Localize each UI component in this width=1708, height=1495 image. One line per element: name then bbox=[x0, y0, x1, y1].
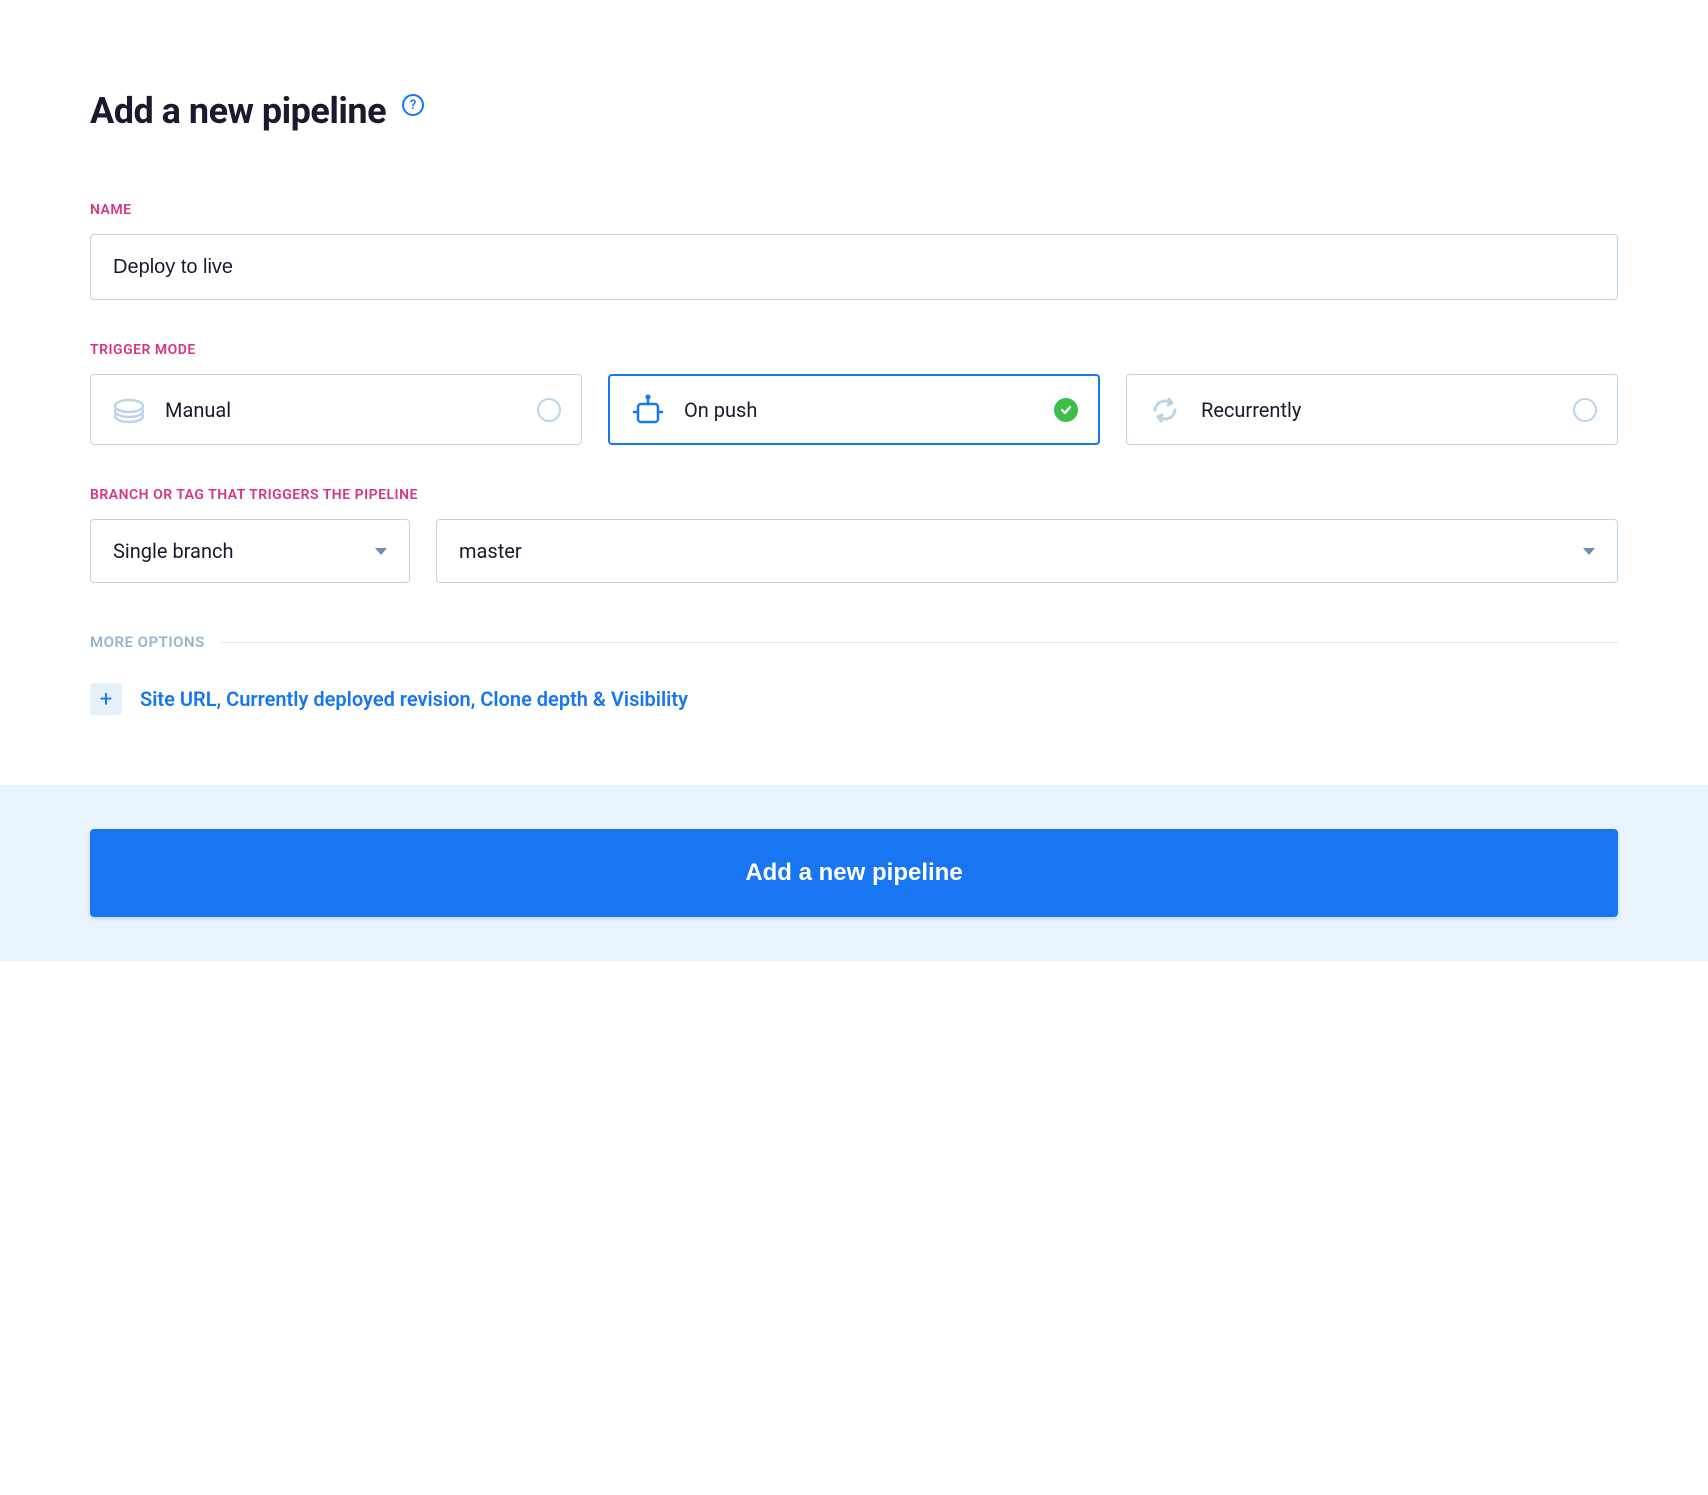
divider-line bbox=[221, 642, 1618, 643]
chevron-down-icon bbox=[1583, 548, 1595, 555]
trigger-mode-label: TRIGGER MODE bbox=[90, 342, 1618, 358]
trigger-option-manual[interactable]: Manual bbox=[90, 374, 582, 445]
manual-icon bbox=[111, 392, 147, 428]
more-options-expand[interactable]: + Site URL, Currently deployed revision,… bbox=[90, 683, 1618, 715]
check-circle-icon bbox=[1054, 398, 1078, 422]
more-options-label: MORE OPTIONS bbox=[90, 633, 205, 651]
name-label: NAME bbox=[90, 202, 1618, 218]
more-options-header: MORE OPTIONS bbox=[90, 633, 1618, 651]
radio-unchecked-icon bbox=[537, 398, 561, 422]
add-pipeline-button[interactable]: Add a new pipeline bbox=[90, 829, 1618, 917]
branch-label: BRANCH OR TAG THAT TRIGGERS THE PIPELINE bbox=[90, 487, 1618, 503]
trigger-mode-section: TRIGGER MODE Manual bbox=[90, 342, 1618, 445]
page-header: Add a new pipeline ? bbox=[90, 90, 1618, 132]
name-section: NAME bbox=[90, 202, 1618, 300]
trigger-option-recurrently[interactable]: Recurrently bbox=[1126, 374, 1618, 445]
radio-unchecked-icon bbox=[1573, 398, 1597, 422]
branch-type-select[interactable]: Single branch bbox=[90, 519, 410, 583]
branch-name-value: master bbox=[459, 539, 522, 563]
branch-row: Single branch master bbox=[90, 519, 1618, 583]
trigger-label-on-push: On push bbox=[684, 398, 1036, 422]
plus-icon: + bbox=[90, 683, 122, 715]
trigger-mode-grid: Manual On push bbox=[90, 374, 1618, 445]
trigger-option-on-push[interactable]: On push bbox=[608, 374, 1100, 445]
page-title: Add a new pipeline bbox=[90, 90, 386, 132]
chevron-down-icon bbox=[375, 548, 387, 555]
help-icon[interactable]: ? bbox=[402, 94, 424, 116]
refresh-icon bbox=[1147, 392, 1183, 428]
footer: Add a new pipeline bbox=[0, 785, 1708, 961]
trigger-label-recurrently: Recurrently bbox=[1201, 398, 1555, 422]
branch-section: BRANCH OR TAG THAT TRIGGERS THE PIPELINE… bbox=[90, 487, 1618, 583]
trigger-label-manual: Manual bbox=[165, 398, 519, 422]
robot-icon bbox=[630, 392, 666, 428]
branch-type-value: Single branch bbox=[113, 539, 233, 563]
more-options-text: Site URL, Currently deployed revision, C… bbox=[140, 687, 688, 711]
pipeline-name-input[interactable] bbox=[90, 234, 1618, 300]
branch-name-select[interactable]: master bbox=[436, 519, 1618, 583]
